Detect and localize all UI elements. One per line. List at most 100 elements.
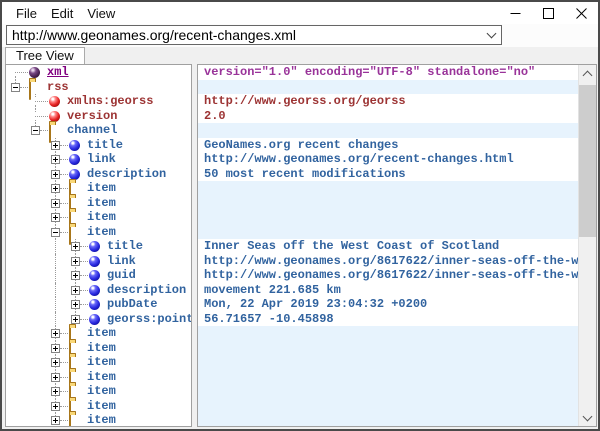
value-row — [198, 341, 579, 356]
tree-node-guid[interactable]: guid — [6, 268, 191, 283]
menu-item-view[interactable]: View — [81, 4, 121, 23]
tree-node-title[interactable]: title — [6, 239, 191, 254]
value-row: 56.71657 -10.45898 — [198, 312, 579, 327]
tree-guide-line — [60, 174, 68, 175]
tree-node-label: description — [107, 283, 186, 298]
tree-node-item[interactable]: item — [6, 210, 191, 225]
tree-node-label: item — [87, 384, 116, 399]
tree-node-link[interactable]: link — [6, 254, 191, 269]
value-row — [198, 80, 579, 95]
tree-guide-line — [55, 254, 56, 269]
tree-node-label: item — [87, 210, 116, 225]
element-icon — [89, 299, 100, 310]
expand-toggle[interactable] — [51, 184, 60, 193]
attribute-icon — [49, 111, 60, 122]
attribute-icon — [49, 96, 60, 107]
collapse-toggle[interactable] — [11, 83, 20, 92]
tree-guide-line — [60, 377, 68, 378]
expand-toggle[interactable] — [71, 257, 80, 266]
tree-node-label: version — [67, 109, 117, 124]
tree-node-item[interactable]: item — [6, 413, 191, 427]
address-input[interactable] — [7, 27, 481, 43]
tree-node-channel[interactable]: channel — [6, 123, 191, 138]
expand-toggle[interactable] — [71, 315, 80, 324]
tree-node-version[interactable]: version — [6, 109, 191, 124]
tree-guide-line — [55, 268, 56, 283]
tree-node-item[interactable]: item — [6, 196, 191, 211]
tree-node-xmlns:georss[interactable]: xmlns:georss — [6, 94, 191, 109]
tree-node-item[interactable]: item — [6, 399, 191, 414]
value-row — [198, 370, 579, 385]
maximize-button[interactable] — [532, 2, 565, 24]
address-dropdown-button[interactable] — [481, 26, 501, 44]
tree-guide-line — [15, 72, 28, 73]
expand-toggle[interactable] — [51, 141, 60, 150]
tree-guide-line — [60, 159, 68, 160]
tree-node-rss[interactable]: rss — [6, 80, 191, 95]
tree-node-georss:point[interactable]: georss:point — [6, 312, 191, 327]
tree-node-description[interactable]: description — [6, 283, 191, 298]
expand-toggle[interactable] — [51, 344, 60, 353]
tree-guide-line — [80, 275, 88, 276]
expand-toggle[interactable] — [51, 358, 60, 367]
tree-node-item[interactable]: item — [6, 355, 191, 370]
collapse-toggle[interactable] — [31, 126, 40, 135]
menu-item-edit[interactable]: Edit — [45, 4, 79, 23]
tab-tree-view[interactable]: Tree View — [5, 47, 85, 64]
expand-toggle[interactable] — [71, 271, 80, 280]
title-menu-row: File Edit View — [2, 2, 598, 24]
tree-node-item[interactable]: item — [6, 341, 191, 356]
tree-node-title[interactable]: title — [6, 138, 191, 153]
value-scrollbar[interactable] — [578, 65, 596, 426]
scrollbar-thumb[interactable] — [579, 85, 596, 237]
scroll-down-button[interactable] — [579, 409, 596, 426]
tree-node-description[interactable]: description — [6, 167, 191, 182]
tree-node-label: item — [87, 326, 116, 341]
value-row: http://www.georss.org/georss — [198, 94, 579, 109]
expand-toggle[interactable] — [51, 199, 60, 208]
address-toolbar — [2, 24, 598, 47]
tree-node-item[interactable]: item — [6, 225, 191, 240]
value-row: http://www.geonames.org/recent-changes.h… — [198, 152, 579, 167]
chevron-down-icon — [583, 411, 593, 421]
expand-toggle[interactable] — [51, 213, 60, 222]
tree-node-item[interactable]: item — [6, 181, 191, 196]
content-area: xmlrssxmlns:georssversionchanneltitlelin… — [2, 64, 598, 429]
tree-node-item[interactable]: item — [6, 384, 191, 399]
tree-node-label: title — [107, 239, 143, 254]
expand-toggle[interactable] — [51, 416, 60, 425]
tree-node-item[interactable]: item — [6, 370, 191, 385]
expand-toggle[interactable] — [71, 300, 80, 309]
chevron-down-icon — [486, 29, 496, 39]
tree-node-item[interactable]: item — [6, 326, 191, 341]
close-button[interactable] — [565, 2, 598, 24]
menu-item-file[interactable]: File — [10, 4, 43, 23]
address-combobox — [6, 25, 502, 45]
chevron-up-icon — [583, 70, 593, 80]
tree-node-link[interactable]: link — [6, 152, 191, 167]
scroll-up-button[interactable] — [579, 65, 596, 82]
tree-node-pubDate[interactable]: pubDate — [6, 297, 191, 312]
xml-declaration-icon — [29, 67, 40, 78]
expand-toggle[interactable] — [71, 242, 80, 251]
expand-toggle[interactable] — [71, 286, 80, 295]
value-row — [198, 399, 579, 414]
expand-toggle[interactable] — [51, 155, 60, 164]
minimize-button[interactable] — [499, 2, 532, 24]
value-row: Mon, 22 Apr 2019 23:04:32 +0200 — [198, 297, 579, 312]
expand-toggle[interactable] — [51, 387, 60, 396]
expand-toggle[interactable] — [51, 170, 60, 179]
value-row — [198, 384, 579, 399]
value-row — [198, 210, 579, 225]
tree-guide-line — [60, 348, 68, 349]
expand-toggle[interactable] — [51, 402, 60, 411]
element-icon — [89, 270, 100, 281]
collapse-toggle[interactable] — [51, 228, 60, 237]
tree-node-label: item — [87, 225, 116, 240]
expand-toggle[interactable] — [51, 329, 60, 338]
expand-toggle[interactable] — [51, 373, 60, 382]
app-window: File Edit View Tree View xmlrssxmln — [0, 0, 600, 431]
tree-node-label: item — [87, 181, 116, 196]
value-row: GeoNames.org recent changes — [198, 138, 579, 153]
tree-node-label: xml — [47, 65, 69, 80]
